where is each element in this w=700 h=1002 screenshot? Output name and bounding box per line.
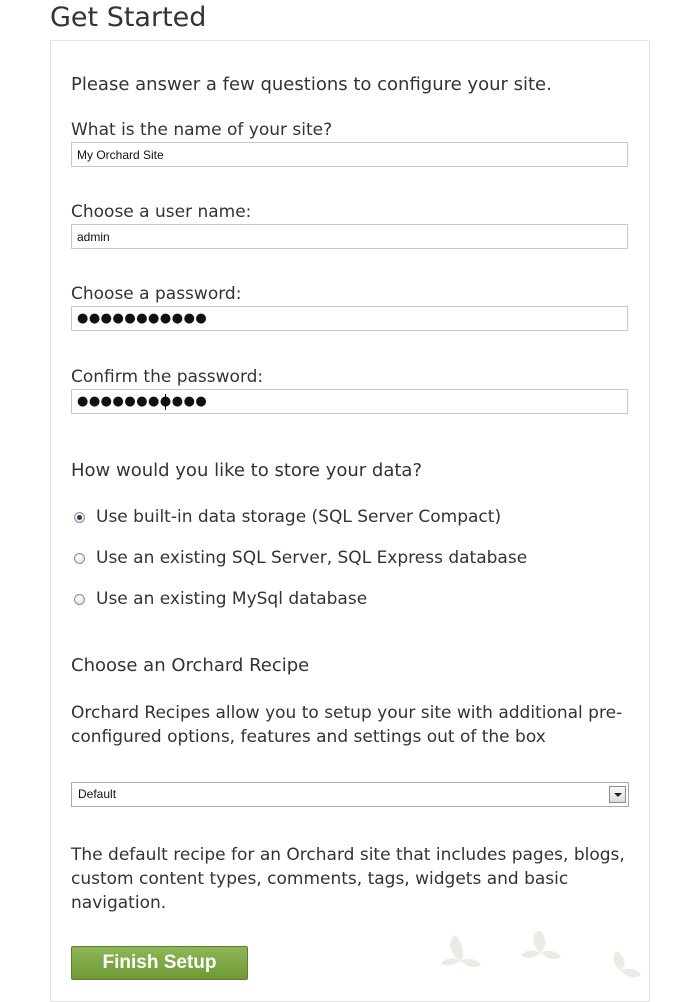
user-name-label: Choose a user name: xyxy=(71,202,252,222)
storage-option-builtin[interactable]: Use built-in data storage (SQL Server Co… xyxy=(74,506,501,528)
password-label: Choose a password: xyxy=(71,284,242,304)
storage-option-label: Use built-in data storage (SQL Server Co… xyxy=(96,507,502,527)
finish-setup-button[interactable]: Finish Setup xyxy=(71,946,248,980)
storage-heading: How would you like to store your data? xyxy=(71,460,422,481)
storage-option-label: Use an existing SQL Server, SQL Express … xyxy=(96,548,528,568)
recipe-description: Orchard Recipes allow you to setup your … xyxy=(71,703,623,747)
recipe-heading: Choose an Orchard Recipe xyxy=(71,655,310,676)
storage-option-sqlserver[interactable]: Use an existing SQL Server, SQL Express … xyxy=(74,547,527,569)
confirm-password-input[interactable] xyxy=(71,389,628,414)
radio-icon[interactable] xyxy=(74,593,85,605)
site-name-label: What is the name of your site? xyxy=(71,120,333,140)
confirm-password-label: Confirm the password: xyxy=(71,367,264,387)
text-cursor xyxy=(165,394,166,410)
form-intro: Please answer a few questions to configu… xyxy=(71,74,552,95)
site-name-input[interactable] xyxy=(71,142,628,167)
password-input[interactable] xyxy=(71,306,628,331)
storage-option-mysql[interactable]: Use an existing MySql database xyxy=(74,588,367,610)
page-title: Get Started xyxy=(50,2,207,33)
setup-form-panel: Please answer a few questions to configu… xyxy=(50,40,650,1002)
recipe-selected-description: The default recipe for an Orchard site t… xyxy=(71,845,625,913)
storage-option-label: Use an existing MySql database xyxy=(96,589,368,609)
leaves-icon xyxy=(441,931,641,978)
recipe-select-value: Default xyxy=(78,787,117,801)
recipe-select[interactable]: Default xyxy=(71,782,629,807)
user-name-input[interactable] xyxy=(71,224,628,249)
radio-icon[interactable] xyxy=(74,552,85,564)
radio-selected-icon[interactable] xyxy=(74,511,85,523)
chevron-down-icon[interactable] xyxy=(609,786,626,803)
